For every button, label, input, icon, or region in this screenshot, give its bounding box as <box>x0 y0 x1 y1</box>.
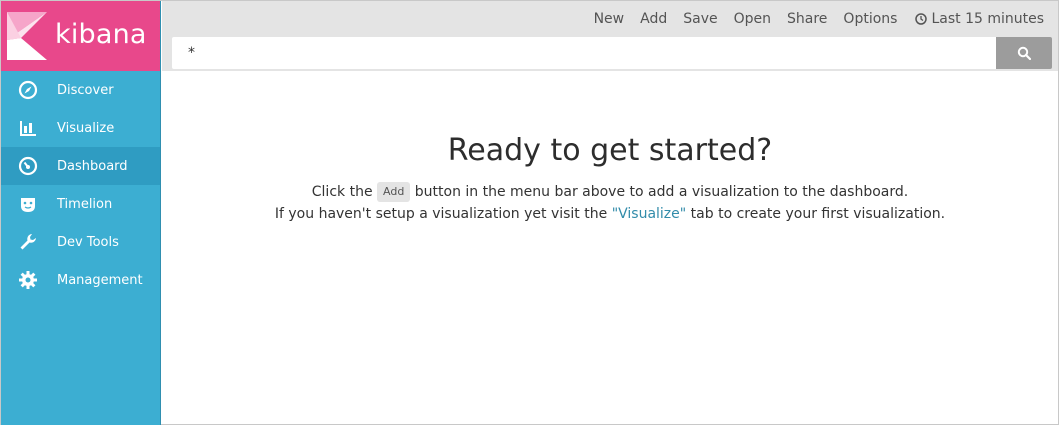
sidebar-item-discover[interactable]: Discover <box>1 71 160 109</box>
empty-state-title: Ready to get started? <box>447 133 773 168</box>
sidebar-item-label: Dashboard <box>57 158 128 174</box>
search-button[interactable] <box>996 37 1052 69</box>
sidebar: kibana Discover Visualize Dashboard Time… <box>1 1 161 425</box>
line1-prefix: Click the <box>311 184 373 200</box>
sidebar-item-label: Visualize <box>57 120 115 136</box>
sidebar-item-label: Timelion <box>57 196 113 212</box>
share-button[interactable]: Share <box>779 11 835 27</box>
new-button[interactable]: New <box>586 11 633 27</box>
dashboard-icon <box>1 156 57 176</box>
add-button-hint: Add <box>377 182 411 202</box>
query-bar <box>162 37 1058 71</box>
wrench-icon <box>1 232 57 252</box>
empty-state-line-1: Click the Add button in the menu bar abo… <box>162 181 1058 203</box>
kibana-logo-icon <box>7 12 47 60</box>
gear-icon <box>1 270 57 290</box>
add-button[interactable]: Add <box>632 11 675 27</box>
save-button[interactable]: Save <box>675 11 725 27</box>
sidebar-item-label: Management <box>57 272 143 288</box>
time-range-label: Last 15 minutes <box>931 11 1044 27</box>
search-input[interactable] <box>172 37 996 69</box>
sidebar-item-management[interactable]: Management <box>1 261 160 299</box>
line2-suffix: tab to create your first visualization. <box>690 206 946 222</box>
line2-prefix: If you haven't setup a visualization yet… <box>274 206 608 222</box>
empty-state-line-2: If you haven't setup a visualization yet… <box>162 203 1058 225</box>
kibana-logo[interactable]: kibana <box>1 1 160 71</box>
bar-chart-icon <box>1 118 57 138</box>
line1-suffix: button in the menu bar above to add a vi… <box>414 184 909 200</box>
sidebar-item-timelion[interactable]: Timelion <box>1 185 160 223</box>
timelion-icon <box>1 194 57 214</box>
compass-icon <box>1 80 57 100</box>
sidebar-item-visualize[interactable]: Visualize <box>1 109 160 147</box>
top-menu-bar: New Add Save Open Share Options Last 15 … <box>162 1 1058 37</box>
visualize-link[interactable]: "Visualize" <box>612 206 687 222</box>
time-picker-button[interactable]: Last 15 minutes <box>905 11 1052 27</box>
sidebar-item-label: Discover <box>57 82 114 98</box>
sidebar-item-dashboard[interactable]: Dashboard <box>1 147 160 185</box>
sidebar-item-dev-tools[interactable]: Dev Tools <box>1 223 160 261</box>
sidebar-nav: Discover Visualize Dashboard Timelion De… <box>1 71 160 299</box>
sidebar-item-label: Dev Tools <box>57 234 119 250</box>
open-button[interactable]: Open <box>726 11 779 27</box>
brand-name: kibana <box>55 19 147 50</box>
options-button[interactable]: Options <box>835 11 905 27</box>
search-icon <box>1017 46 1031 60</box>
clock-icon <box>915 13 928 25</box>
dashboard-empty-state: Ready to get started? Click the Add butt… <box>162 71 1058 424</box>
